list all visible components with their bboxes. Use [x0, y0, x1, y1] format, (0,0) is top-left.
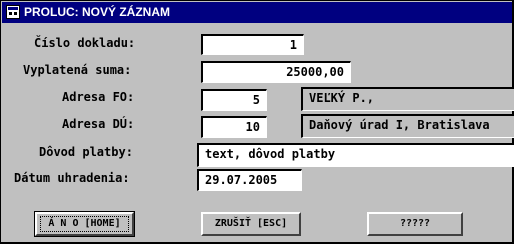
dialog-window: PROLUC: NOVÝ ZÁZNAM Číslo dokladu: 1 Vyp…: [0, 0, 514, 244]
app-window-icon: [6, 5, 20, 19]
datum-uhradenia-label: Dátum uhradenia:: [14, 171, 130, 185]
dovod-platby-label: Dôvod platby:: [39, 145, 133, 159]
datum-uhradenia-field[interactable]: 29.07.2005: [197, 169, 302, 191]
unknown-button[interactable]: ?????: [367, 212, 463, 236]
cislo-dokladu-label: Číslo dokladu:: [34, 36, 136, 50]
adresa-du-field[interactable]: 10: [201, 116, 267, 138]
zrusit-button[interactable]: ZRUŠIŤ [ESC]: [201, 212, 301, 236]
focus-rectangle: [40, 216, 129, 232]
vyplatena-suma-label: Vyplatená suma:: [23, 63, 132, 77]
ano-button[interactable]: Á N O [HOME]: [34, 211, 135, 237]
adresa-fo-field[interactable]: 5: [201, 89, 267, 111]
vyplatena-suma-field[interactable]: 25000,00: [201, 61, 351, 83]
adresa-du-label: Adresa DÚ:: [62, 117, 135, 131]
adresa-fo-reference: VEĽKÝ P.,: [301, 87, 514, 111]
unknown-button-label: ?????: [399, 218, 431, 229]
zrusit-button-label: ZRUŠIŤ [ESC]: [214, 218, 288, 229]
adresa-fo-label: Adresa FO:: [62, 90, 135, 104]
window-title: PROLUC: NOVÝ ZÁZNAM: [24, 5, 170, 19]
dovod-platby-field[interactable]: text, dôvod platby: [197, 143, 514, 167]
adresa-du-reference: Daňový úrad I, Bratislava: [301, 114, 514, 138]
title-bar[interactable]: PROLUC: NOVÝ ZÁZNAM: [2, 2, 512, 23]
cislo-dokladu-field[interactable]: 1: [201, 34, 304, 55]
